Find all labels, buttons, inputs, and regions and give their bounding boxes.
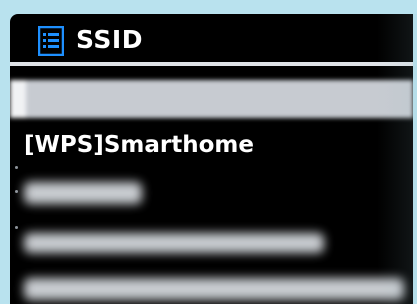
list-item-blurred[interactable] xyxy=(24,182,142,204)
scroll-indicator-dot xyxy=(15,226,18,229)
scroll-indicator-dot xyxy=(15,166,18,169)
device-screen: SSID [WPS]Smarthome xyxy=(10,14,413,304)
list-icon xyxy=(37,25,65,57)
header-divider xyxy=(10,62,413,66)
screen-header: SSID xyxy=(10,14,413,62)
list-item-blurred[interactable] xyxy=(24,233,324,253)
device-frame: SSID [WPS]Smarthome xyxy=(0,0,417,304)
selected-list-item[interactable] xyxy=(10,80,413,118)
page-title: SSID xyxy=(76,25,143,54)
scroll-indicator-dot xyxy=(15,190,18,193)
list-item-ssid[interactable]: [WPS]Smarthome xyxy=(24,130,254,160)
list-item-blurred[interactable] xyxy=(24,278,404,300)
